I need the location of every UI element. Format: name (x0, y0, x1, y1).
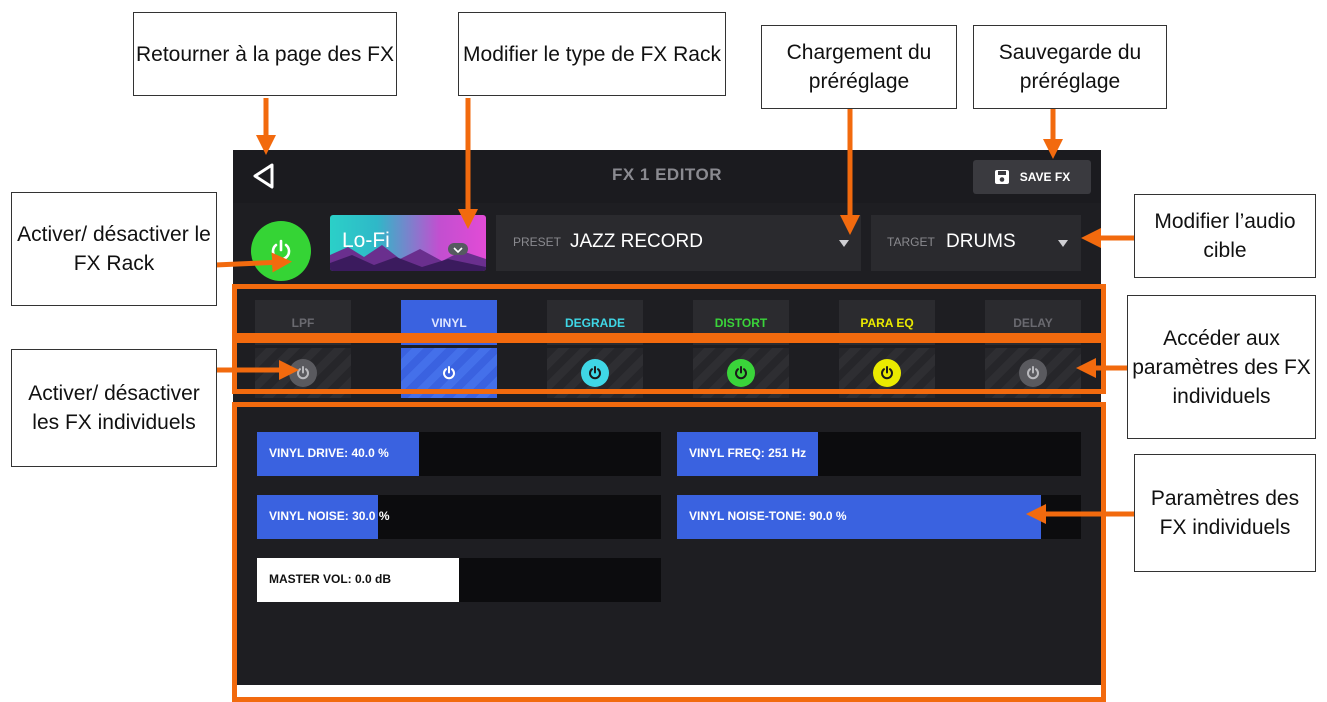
callout-target: Modifier l’audio cible (1134, 194, 1316, 278)
callout-preset-save: Sauvegarde du préréglage (973, 25, 1167, 109)
callout-fx-params: Paramètres des FX individuels (1134, 454, 1316, 572)
callout-rack-type: Modifier le type de FX Rack (458, 12, 726, 96)
callout-back: Retourner à la page des FX (133, 12, 397, 96)
callout-fx-power: Activer/ désactiver les FX individuels (11, 349, 217, 467)
callout-rack-power: Activer/ désactiver le FX Rack (11, 192, 217, 306)
callout-fx-access: Accéder aux paramètres des FX individuel… (1127, 295, 1316, 439)
callout-preset-load: Chargement du préréglage (761, 25, 957, 109)
